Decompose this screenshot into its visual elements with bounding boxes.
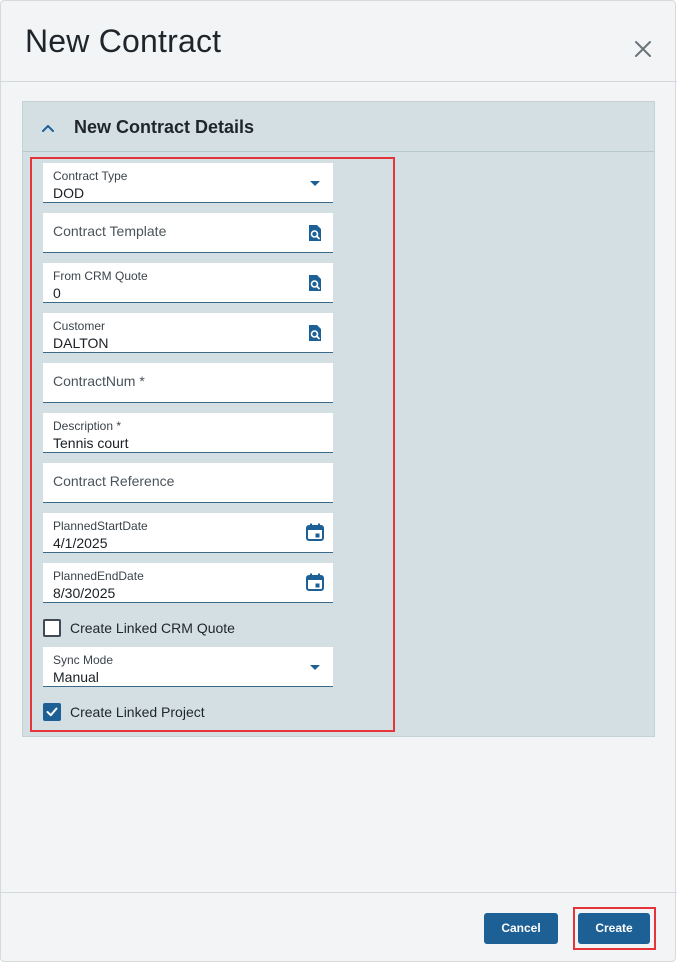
header-divider	[1, 81, 677, 82]
new-contract-dialog: New Contract New Contract Details Contra…	[0, 0, 677, 962]
close-icon	[635, 41, 651, 57]
form-highlight-box	[30, 157, 395, 732]
chevron-up-icon	[42, 125, 54, 132]
create-button-highlight	[573, 907, 656, 950]
cancel-button[interactable]: Cancel	[484, 913, 558, 944]
dialog-title: New Contract	[25, 23, 222, 59]
section-header[interactable]: New Contract Details	[23, 102, 654, 152]
footer-divider	[1, 892, 677, 893]
section-title: New Contract Details	[74, 117, 255, 137]
close-button[interactable]	[629, 35, 657, 63]
